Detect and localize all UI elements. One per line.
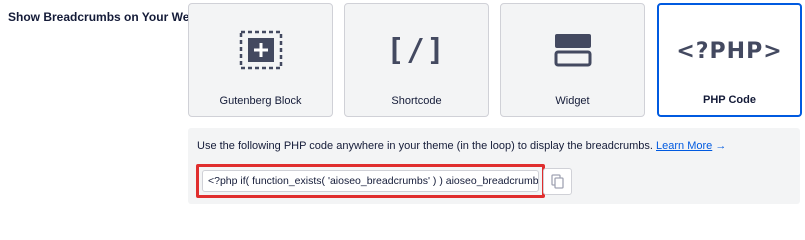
shortcode-icon: [/] (386, 32, 447, 68)
setting-label: Show Breadcrumbs on Your Website (8, 10, 218, 24)
option-gutenberg-block[interactable]: Gutenberg Block (188, 3, 333, 117)
widget-icon (501, 26, 644, 74)
option-shortcode[interactable]: [/] Shortcode (344, 3, 489, 117)
instructions-text: Use the following PHP code anywhere in y… (197, 140, 653, 152)
copy-button[interactable] (543, 168, 572, 195)
code-highlight: <?php if( function_exists( 'aioseo_bread… (196, 164, 545, 198)
instructions: Use the following PHP code anywhere in y… (197, 140, 726, 152)
php-code-field[interactable]: <?php if( function_exists( 'aioseo_bread… (202, 170, 539, 192)
gutenberg-block-icon (189, 26, 332, 74)
option-widget[interactable]: Widget (500, 3, 645, 117)
option-label: Shortcode (391, 95, 442, 107)
learn-more-link[interactable]: Learn More (656, 140, 712, 152)
php-code-icon: <?PHP> (676, 38, 783, 64)
copy-icon (551, 174, 564, 189)
option-php-code[interactable]: <?PHP> PHP Code (657, 3, 802, 117)
option-label: Widget (555, 95, 590, 107)
option-label: Gutenberg Block (219, 95, 302, 107)
php-code-panel: Use the following PHP code anywhere in y… (188, 128, 800, 204)
arrow-right-icon: → (715, 140, 727, 152)
option-label: PHP Code (703, 94, 756, 106)
